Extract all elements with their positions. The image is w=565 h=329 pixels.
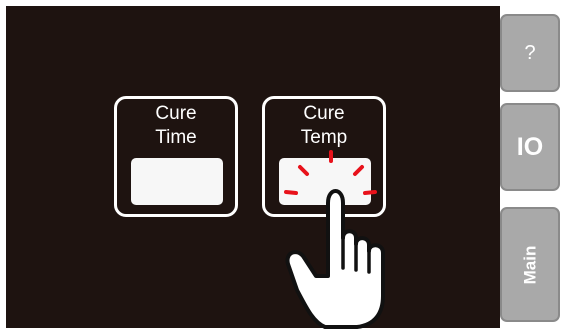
cure-temp-button[interactable]: Cure Temp [262,96,386,217]
help-button[interactable]: ? [500,14,560,92]
cure-temp-label-line1: Cure [303,103,345,124]
cure-time-button[interactable]: Cure Time [114,96,238,217]
device-frame: Cure Time Cure Temp ? IO Main [0,0,565,329]
main-button-label: Main [519,245,539,284]
cure-time-value-field[interactable] [131,158,223,205]
cure-temp-label-line2: Temp [300,127,348,148]
main-button[interactable]: Main [500,207,560,322]
touch-screen [6,6,500,328]
help-button-label: ? [524,41,536,64]
cure-time-label-line1: Cure [155,103,197,124]
cure-temp-value-field[interactable] [279,158,371,205]
io-button-label: IO [516,132,544,161]
cure-time-label-line2: Time [155,127,197,148]
io-button[interactable]: IO [500,103,560,191]
